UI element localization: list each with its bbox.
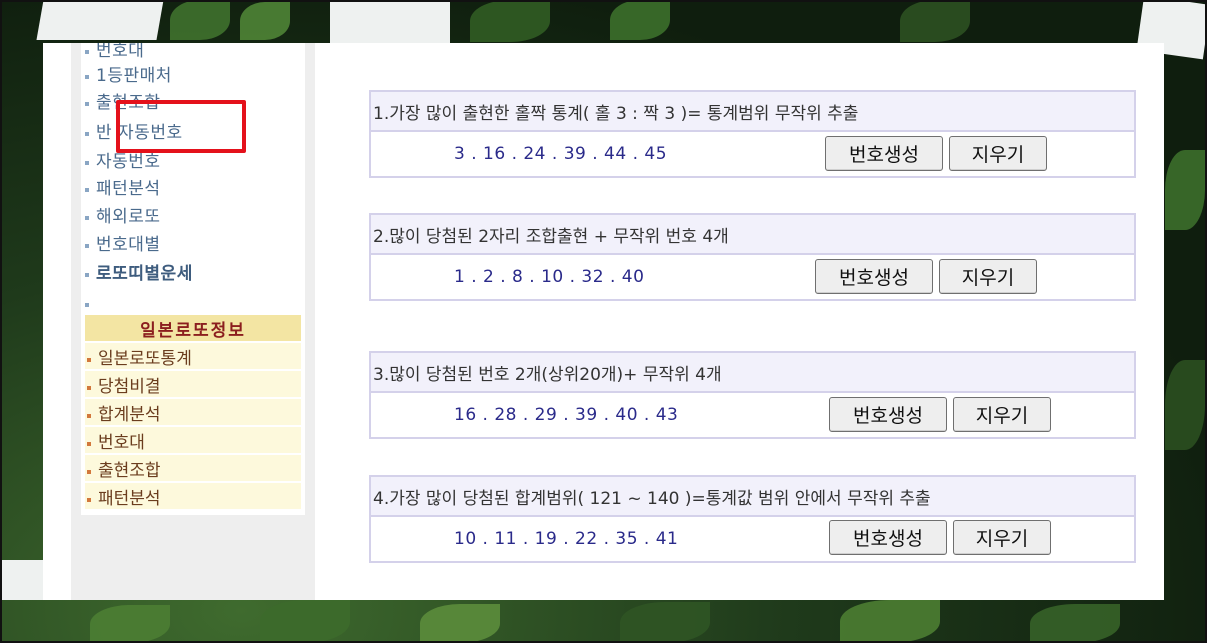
generated-numbers: 3 . 16 . 24 . 39 . 44 . 45 — [454, 144, 668, 164]
generator-box-3: 3.많이 당첨된 번호 2개(상위20개)+ 무작위 4개 16 . 28 . … — [369, 351, 1136, 439]
japan-item-sum-analysis[interactable]: 합계분석 — [85, 399, 301, 425]
clear-button[interactable]: 지우기 — [949, 136, 1047, 171]
bullet-icon — [85, 102, 89, 106]
sidebar-item-first-prize-stores[interactable]: 1등판매처 — [85, 60, 172, 86]
sidebar-item-overseas[interactable]: 해외로또 — [85, 201, 161, 227]
bullet-icon — [87, 358, 91, 362]
bullet-icon — [87, 470, 91, 474]
highlight-box — [116, 100, 246, 153]
generate-button[interactable]: 번호생성 — [829, 520, 947, 555]
clear-button[interactable]: 지우기 — [953, 520, 1051, 555]
bullet-icon — [85, 188, 89, 192]
japan-item-combination[interactable]: 출현조합 — [85, 455, 301, 481]
clear-button[interactable]: 지우기 — [939, 259, 1037, 294]
generated-numbers: 1 . 2 . 8 . 10 . 32 . 40 — [454, 267, 645, 287]
japan-item-number-range[interactable]: 번호대 — [85, 427, 301, 453]
generated-numbers: 16 . 28 . 29 . 39 . 40 . 43 — [454, 405, 679, 425]
bullet-icon — [85, 161, 89, 165]
bullet-icon — [85, 216, 89, 220]
page-panel: 번호대 1등판매처 출현조합 반 자동번호 자동번호 패턴분석 해외로또 번호대… — [43, 43, 1164, 600]
japan-item-winning-tips[interactable]: 당첨비결 — [85, 371, 301, 397]
sidebar-item-zodiac-fortune[interactable]: 로또띠별운세 — [85, 258, 193, 284]
bullet-icon — [85, 75, 89, 79]
sidebar-item-empty — [85, 288, 96, 314]
bullet-icon — [85, 132, 89, 136]
generate-button[interactable]: 번호생성 — [825, 136, 943, 171]
sidebar-column: 번호대 1등판매처 출현조합 반 자동번호 자동번호 패턴분석 해외로또 번호대… — [71, 43, 315, 600]
sidebar-item-pattern[interactable]: 패턴분석 — [85, 173, 161, 199]
generate-button[interactable]: 번호생성 — [829, 397, 947, 432]
japan-lotto-section-title: 일본로또정보 — [85, 315, 301, 341]
generator-title: 3.많이 당첨된 번호 2개(상위20개)+ 무작위 4개 — [371, 353, 1134, 393]
sidebar-menu: 번호대 1등판매처 출현조합 반 자동번호 자동번호 패턴분석 해외로또 번호대… — [81, 43, 305, 515]
generator-box-1: 1.가장 많이 출현한 홀짝 통계( 홀 3 : 짝 3 )= 통계범위 무작위… — [369, 90, 1136, 178]
bullet-icon — [87, 386, 91, 390]
generator-title: 4.가장 많이 당첨된 합계범위( 121 ~ 140 )=통계값 범위 안에서… — [371, 477, 1134, 517]
generated-numbers: 10 . 11 . 19 . 22 . 35 . 41 — [454, 529, 679, 549]
generator-title: 2.많이 당첨된 2자리 조합출현 + 무작위 번호 4개 — [371, 215, 1134, 255]
sidebar-item-by-range[interactable]: 번호대별 — [85, 229, 161, 255]
bullet-icon — [85, 303, 89, 307]
bullet-icon — [87, 498, 91, 502]
generate-button[interactable]: 번호생성 — [815, 259, 933, 294]
clear-button[interactable]: 지우기 — [953, 397, 1051, 432]
japan-item-pattern[interactable]: 패턴분석 — [85, 483, 301, 509]
bullet-icon — [87, 442, 91, 446]
bullet-icon — [85, 244, 89, 248]
generator-box-2: 2.많이 당첨된 2자리 조합출현 + 무작위 번호 4개 1 . 2 . 8 … — [369, 213, 1136, 301]
bullet-icon — [87, 414, 91, 418]
generator-box-4: 4.가장 많이 당첨된 합계범위( 121 ~ 140 )=통계값 범위 안에서… — [369, 475, 1136, 563]
generator-title: 1.가장 많이 출현한 홀짝 통계( 홀 3 : 짝 3 )= 통계범위 무작위… — [371, 92, 1134, 132]
bullet-icon — [85, 50, 89, 54]
sidebar-item-number-range[interactable]: 번호대 — [85, 43, 144, 61]
bullet-icon — [85, 273, 89, 277]
japan-item-statistics[interactable]: 일본로또통계 — [85, 343, 301, 369]
